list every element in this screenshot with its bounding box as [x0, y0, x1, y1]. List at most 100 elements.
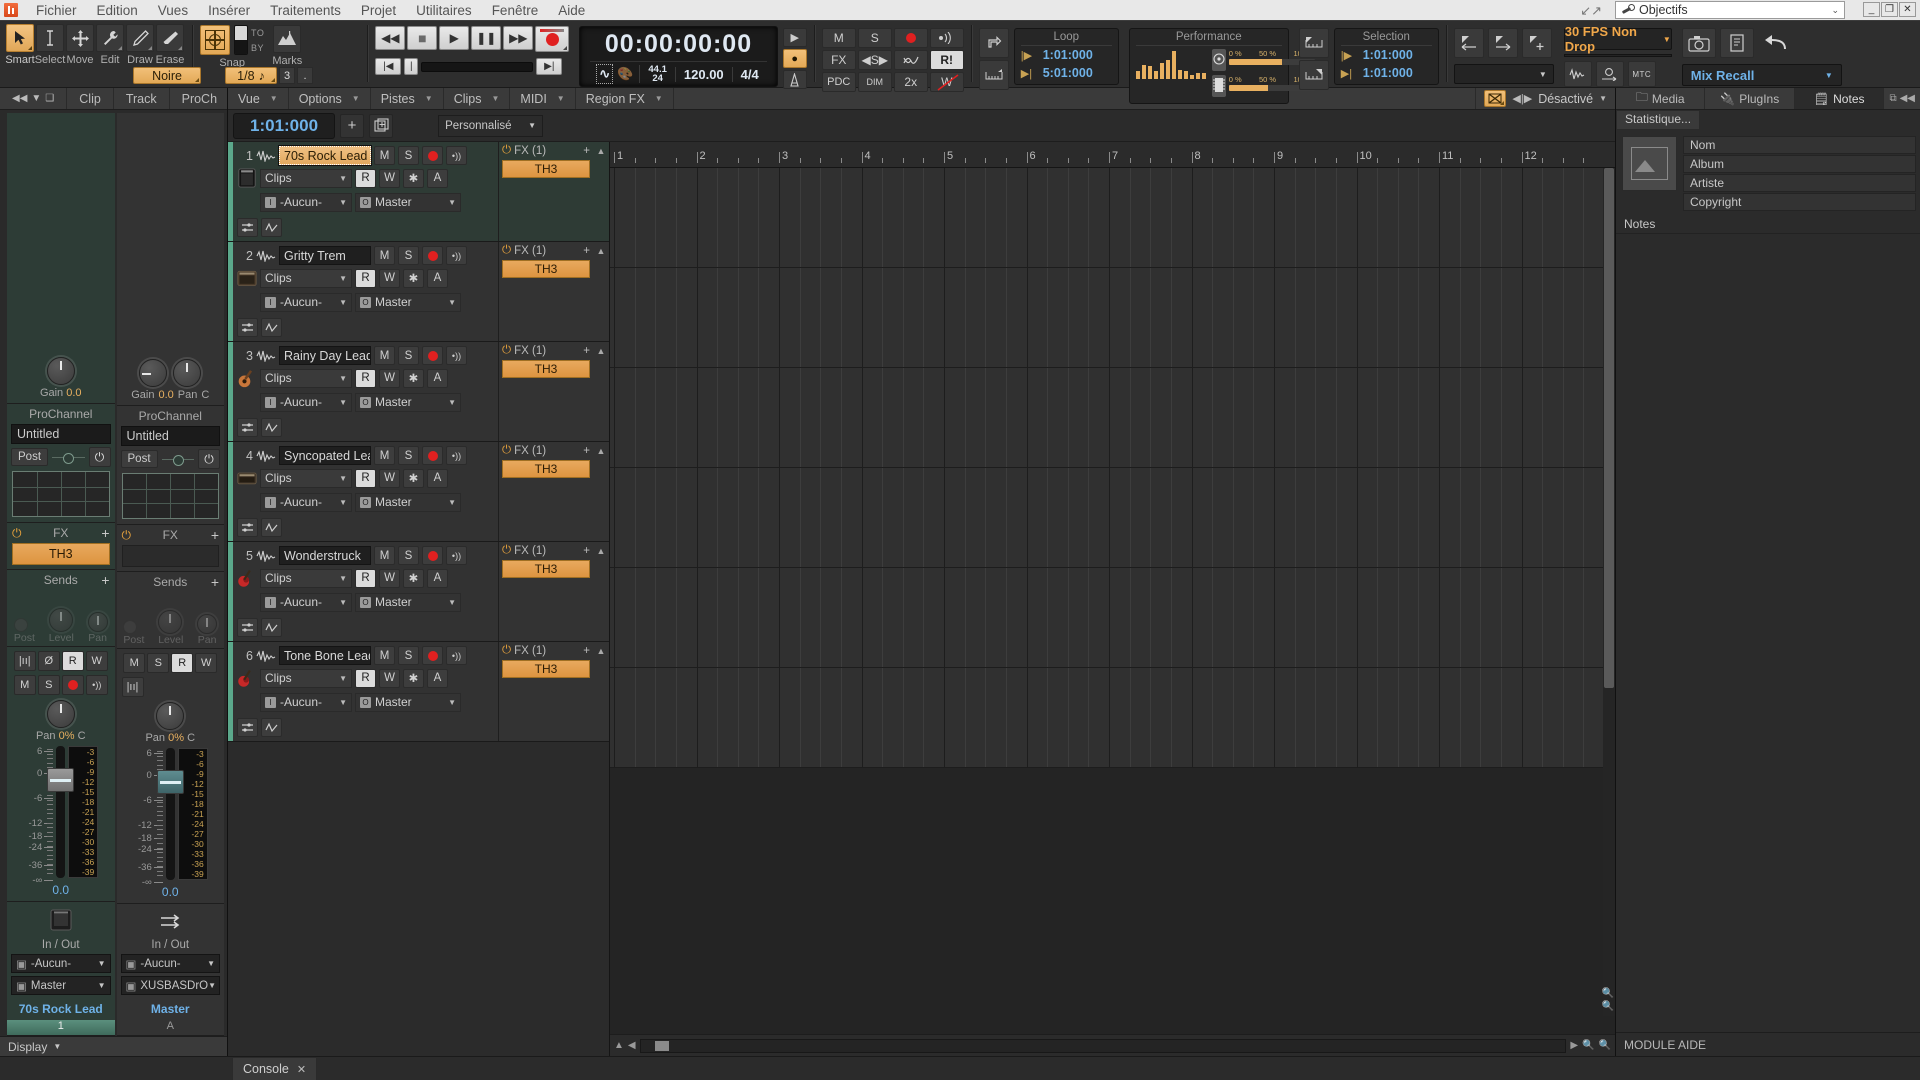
timeline-ruler[interactable]: 123456789101112	[610, 142, 1615, 168]
track-input-echo-button[interactable]: •))	[446, 246, 467, 265]
timecode-field[interactable]	[1564, 54, 1672, 57]
snap-toggle-button[interactable]	[200, 25, 230, 55]
go-to-start-button[interactable]: |◀	[375, 58, 401, 75]
screenset-camera-button[interactable]	[1682, 28, 1716, 58]
track-fx-slot[interactable]: TH3	[502, 460, 590, 478]
track-output-dropdown[interactable]: OMaster▼	[355, 693, 461, 712]
track-automation-lane-button[interactable]	[261, 718, 282, 737]
fx-slot[interactable]: TH3	[12, 543, 110, 565]
sample-rate-display[interactable]: 44.124	[639, 65, 675, 83]
menu-item-fichier[interactable]: Fichier	[26, 3, 87, 18]
note-value-button[interactable]: Noire	[133, 67, 201, 84]
track-automation-write-button[interactable]: W	[379, 269, 400, 288]
notes-textarea[interactable]	[1616, 233, 1920, 1032]
field-artiste[interactable]: Artiste	[1683, 174, 1916, 192]
dim-button[interactable]: DIM	[858, 72, 892, 92]
mix-recall-dropdown[interactable]: Mix Recall ▼	[1682, 64, 1842, 86]
track-record-arm-button[interactable]	[422, 546, 443, 565]
panel-collapse-icon[interactable]: ◀◀	[1900, 93, 1915, 104]
field-nom[interactable]: Nom	[1683, 136, 1916, 154]
track-fader-view-button[interactable]	[237, 718, 258, 737]
track-name-field[interactable]: 70s Rock Lead	[279, 146, 371, 165]
transport-timeline-bar[interactable]	[421, 62, 533, 72]
scroll-left-icon[interactable]: ◀	[628, 1040, 636, 1051]
select-to-end-button[interactable]	[1299, 60, 1329, 90]
zoom-out-horizontal-icon[interactable]: 🔍	[1582, 1040, 1594, 1051]
track-archive-button[interactable]: A	[427, 369, 448, 388]
loop-start-row[interactable]: |▶ 1:01:000	[1021, 46, 1112, 64]
track-automation-lane-button[interactable]	[261, 218, 282, 237]
track-input-echo-button[interactable]: •))	[446, 146, 467, 165]
track-input-echo-button[interactable]: •))	[446, 546, 467, 565]
trackview-menu-clips[interactable]: Clips▼	[444, 88, 511, 109]
meter-value[interactable]: 4/4	[732, 67, 767, 82]
snap-triplet-button[interactable]: 3	[279, 67, 295, 84]
track-automation-write-button[interactable]: W	[379, 369, 400, 388]
track-automation-write-button[interactable]: W	[379, 469, 400, 488]
output-selector[interactable]: ▣ Master ▼	[11, 976, 111, 995]
send-pan-knob[interactable]	[88, 612, 108, 632]
strip-write-button[interactable]: W	[195, 653, 217, 673]
fade-direction-icon[interactable]: ◀|▶	[1512, 92, 1532, 105]
strip-write-button[interactable]: W	[86, 651, 108, 671]
tab-plugins[interactable]: 🔌 PlugIns	[1705, 88, 1794, 109]
track-archive-button[interactable]: A	[427, 469, 448, 488]
strip-meter-button[interactable]: |ıı|	[122, 677, 144, 697]
track-input-dropdown[interactable]: I-Aucun-▼	[260, 193, 352, 212]
record-arm-global-button[interactable]: R!	[930, 50, 964, 70]
track-output-dropdown[interactable]: OMaster▼	[355, 593, 461, 612]
midi-sync-button[interactable]	[1596, 61, 1624, 87]
scroll-right-icon[interactable]: ▶	[1570, 1040, 1578, 1051]
track-fx-slot[interactable]: TH3	[502, 360, 590, 378]
strip-input-echo-button[interactable]: •))	[86, 675, 108, 695]
track-fx-add-button[interactable]: +	[583, 145, 590, 157]
window-close-button[interactable]: ✕	[1899, 2, 1916, 17]
add-track-folder-button[interactable]	[369, 114, 393, 138]
eq-curve-display[interactable]	[122, 473, 220, 519]
strip-phase-button[interactable]: Ø	[38, 651, 60, 671]
timeline-horizontal-scrollbar[interactable]: ▲ ◀ ▶ 🔍 🔍	[610, 1034, 1615, 1056]
send-level-knob[interactable]	[158, 610, 182, 634]
pause-button[interactable]: ❚❚	[471, 26, 501, 50]
prochannel-routing-line[interactable]	[162, 459, 194, 460]
tempo-value[interactable]: 120.00	[675, 67, 732, 82]
rewind-button[interactable]: ◀◀	[375, 26, 405, 50]
loop-set-range-button[interactable]	[979, 60, 1009, 90]
help-module-bar[interactable]: MODULE AIDE	[1616, 1032, 1920, 1056]
track-fx-power-icon[interactable]: ⏻	[502, 244, 511, 257]
field-album[interactable]: Album	[1683, 155, 1916, 173]
track-automation-read-button[interactable]: R	[355, 569, 376, 588]
input-selector[interactable]: ▣ -Aucun- ▼	[11, 954, 111, 973]
track-automation-lane-button[interactable]	[261, 418, 282, 437]
snap-to-by-toggle[interactable]	[234, 25, 248, 55]
statistics-button[interactable]: Statistique...	[1616, 110, 1700, 130]
prochannel-power-button[interactable]: ⏻	[89, 447, 111, 467]
close-icon[interactable]: ✕	[297, 1063, 306, 1076]
select-from-start-button[interactable]	[1299, 28, 1329, 58]
jump-forward-button[interactable]	[1488, 28, 1518, 58]
track-output-dropdown[interactable]: OMaster▼	[355, 193, 461, 212]
track-fx-power-icon[interactable]: ⏻	[502, 144, 511, 157]
scroll-up-icon[interactable]: ▲	[614, 1040, 624, 1051]
track-header-row[interactable]: 3Rainy Day LeadMS•))Clips▼RW✱AI-Aucun-▼O…	[228, 342, 609, 442]
prochannel-preset[interactable]: Untitled	[11, 424, 111, 444]
selection-end-row[interactable]: ▶| 1:01:000	[1341, 64, 1432, 82]
snap-dot-button[interactable]: .	[297, 67, 313, 84]
track-output-dropdown[interactable]: OMaster▼	[355, 293, 461, 312]
layout-preset-dropdown[interactable]: Personnalisé ▼	[438, 115, 543, 137]
track-fx-power-icon[interactable]: ⏻	[502, 544, 511, 557]
volume-fader-handle[interactable]	[47, 768, 74, 792]
track-fader-view-button[interactable]	[237, 418, 258, 437]
fx-power-icon[interactable]: ⏻	[122, 528, 132, 543]
field-copyright[interactable]: Copyright	[1683, 193, 1916, 211]
master-pan-knob[interactable]	[173, 359, 201, 387]
trackview-menu-regionfx[interactable]: Region FX▼	[576, 88, 674, 109]
fx-power-icon[interactable]: ⏻	[12, 526, 22, 541]
tool-edit[interactable]: Edit	[95, 24, 125, 66]
track-mute-button[interactable]: M	[374, 346, 395, 365]
add-marker-button[interactable]	[1522, 28, 1552, 58]
track-freeze-button[interactable]: ✱	[403, 369, 424, 388]
track-name-field[interactable]: Gritty Trem	[279, 246, 371, 265]
crossfade-status[interactable]: Désactivé	[1538, 92, 1593, 106]
mtc-button[interactable]: MTC	[1628, 61, 1656, 87]
